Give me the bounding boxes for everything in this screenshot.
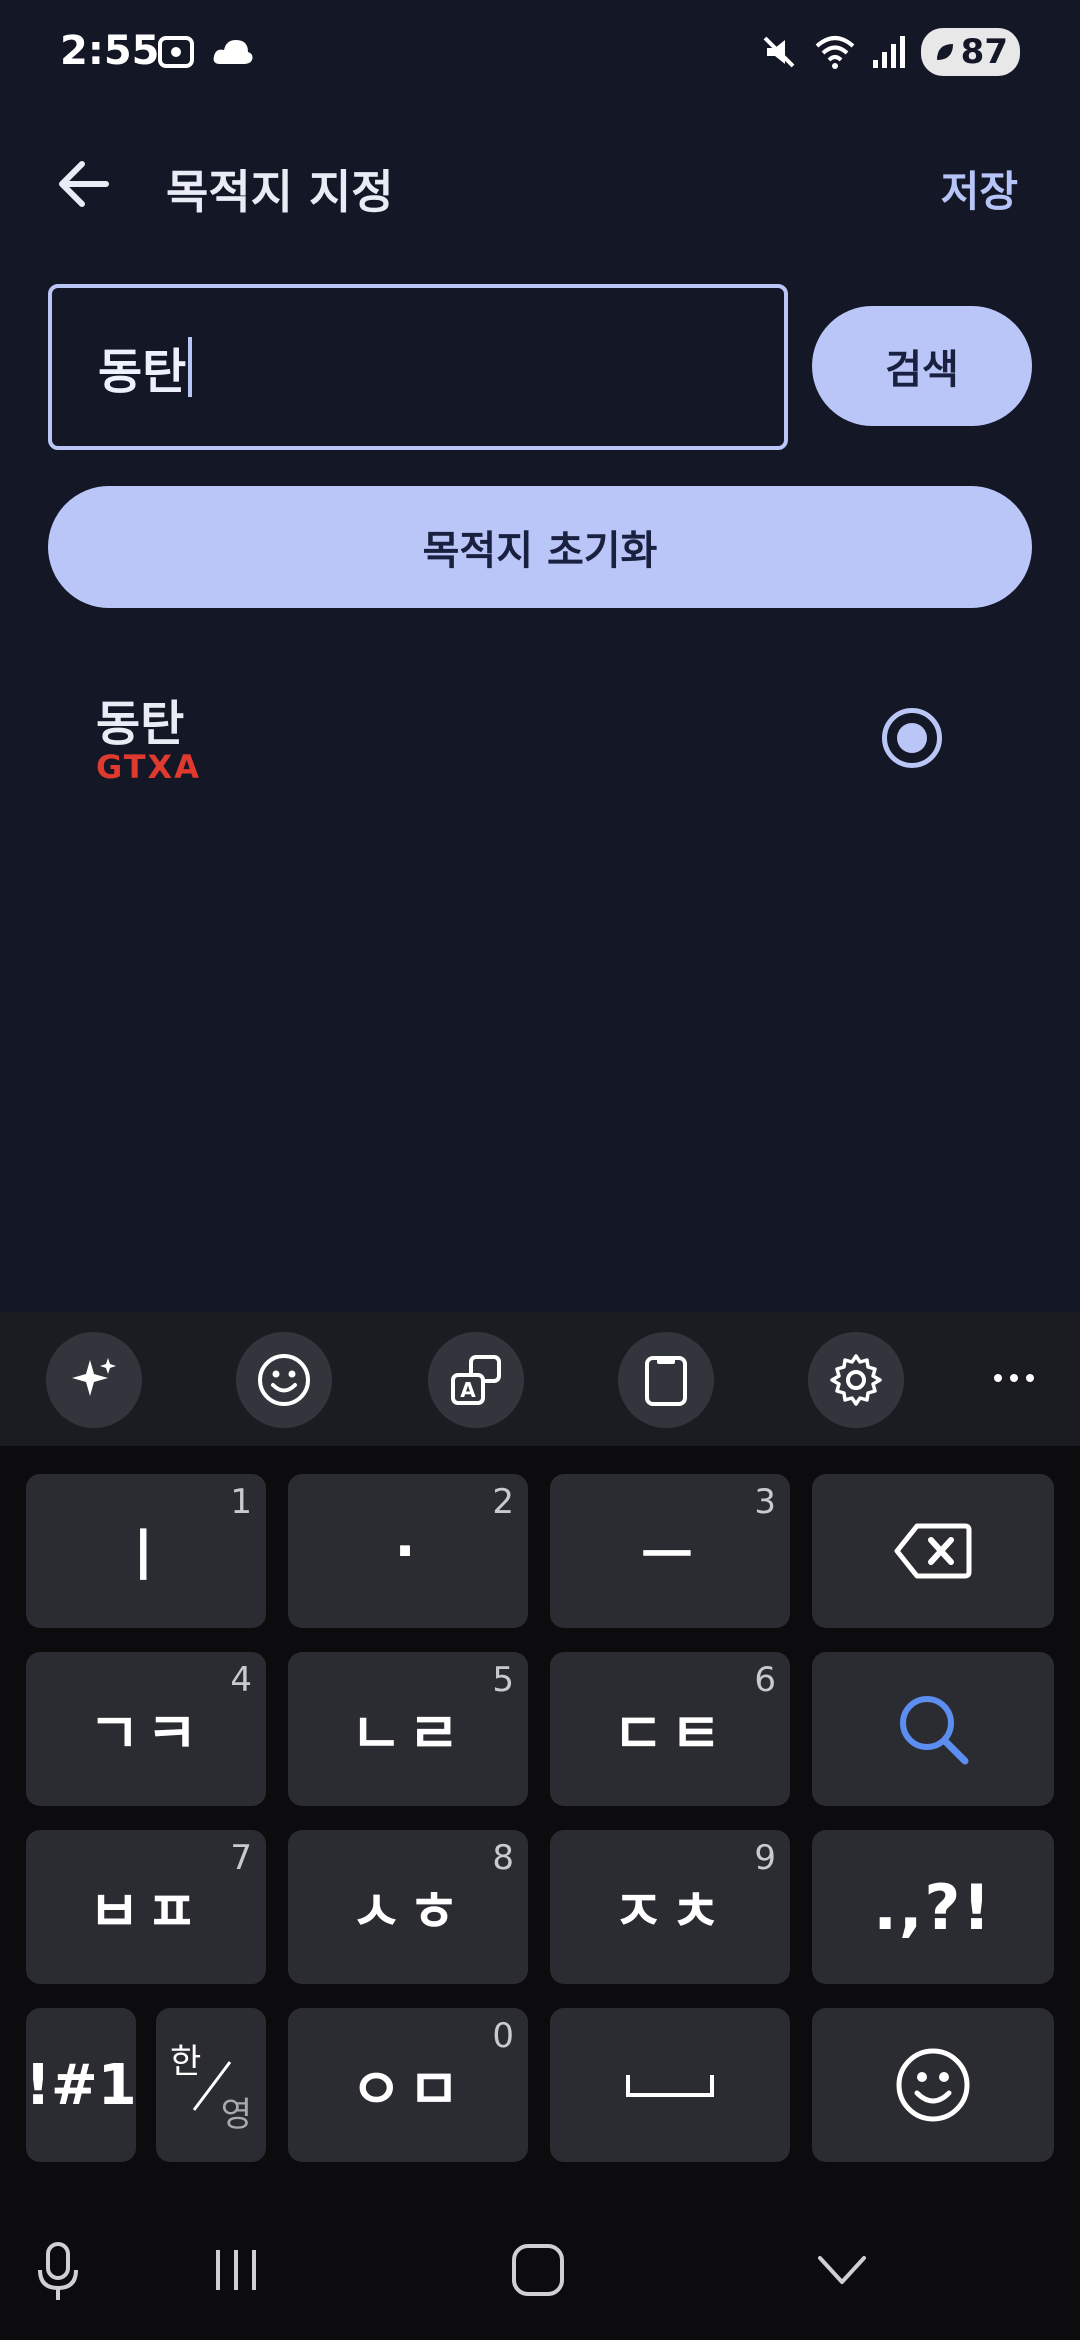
settings-icon[interactable]: [808, 1332, 904, 1428]
key-char: ㅈㅊ: [612, 1879, 728, 1945]
clipboard-icon[interactable]: [618, 1332, 714, 1428]
key-2[interactable]: 2 ·: [288, 1474, 528, 1628]
search-input[interactable]: 동탄: [48, 284, 788, 450]
key-char: ㅡ: [641, 1523, 699, 1589]
key-8[interactable]: 8 ㅅㅎ: [288, 1830, 528, 1984]
status-left-icons: [156, 32, 254, 72]
key-9[interactable]: 9 ㅈㅊ: [550, 1830, 790, 1984]
text-caret: [188, 337, 193, 397]
screenshot-icon: [158, 36, 194, 68]
result-radio-selected[interactable]: [882, 708, 942, 768]
key-char: ㅣ: [117, 1523, 175, 1589]
more-icon[interactable]: [990, 1358, 1038, 1402]
wifi-icon: [815, 36, 854, 69]
key-char: ㅅㅎ: [350, 1879, 466, 1945]
key-char: ㄷㅌ: [612, 1701, 728, 1767]
status-right-icons: 87: [759, 28, 1020, 76]
search-icon: [900, 1696, 969, 1765]
key-3[interactable]: 3 ㅡ: [550, 1474, 790, 1628]
punctuation-key[interactable]: .,?!: [812, 1830, 1054, 1984]
backspace-key[interactable]: [812, 1474, 1054, 1628]
result-station-name[interactable]: 동탄: [96, 684, 184, 754]
reset-destination-button[interactable]: 목적지 초기화: [48, 486, 1032, 608]
weather-icon: [213, 40, 253, 64]
key-6[interactable]: 6 ㄷㅌ: [550, 1652, 790, 1806]
key-number: 6: [754, 1660, 776, 1700]
key-number: 7: [230, 1838, 252, 1878]
system-navigation-bar: [0, 2200, 1080, 2340]
emoji-key[interactable]: [812, 2008, 1054, 2162]
key-char: ㅂㅍ: [88, 1879, 204, 1945]
emoji-icon: [896, 2048, 970, 2122]
key-1[interactable]: 1 ㅣ: [26, 1474, 266, 1628]
space-icon: [626, 2075, 714, 2097]
ai-sparkle-icon[interactable]: [46, 1332, 142, 1428]
key-char: ㅇㅁ: [350, 2057, 466, 2123]
space-key[interactable]: [550, 2008, 790, 2162]
microphone-icon[interactable]: [34, 2240, 82, 2308]
emoji-icon[interactable]: [236, 1332, 332, 1428]
key-number: 8: [492, 1838, 514, 1878]
battery-level: 87: [960, 32, 1008, 72]
key-4[interactable]: 4 ㄱㅋ: [26, 1652, 266, 1806]
hide-keyboard-icon[interactable]: [814, 2248, 870, 2296]
key-number: 1: [230, 1482, 252, 1522]
symbols-key[interactable]: !#1: [25, 2008, 137, 2162]
svg-text:A: A: [460, 1378, 476, 1402]
key-number: 2: [492, 1482, 514, 1522]
key-char: ·: [394, 1518, 422, 1584]
result-line-label: GTXA: [96, 748, 201, 786]
key-yeong: 영: [220, 2095, 252, 2135]
key-char: !#1: [25, 2052, 137, 2118]
key-char: ㄱㅋ: [88, 1701, 204, 1767]
key-number: 5: [492, 1660, 514, 1700]
key-number: 9: [754, 1838, 776, 1878]
search-button[interactable]: 검색: [812, 306, 1032, 426]
arrow-left-icon: [59, 161, 109, 207]
back-button[interactable]: [52, 152, 116, 216]
home-icon[interactable]: [508, 2240, 568, 2304]
status-time: 2:55: [60, 28, 160, 74]
key-number: 3: [754, 1482, 776, 1522]
key-char: .,?!: [873, 1870, 993, 1944]
search-input-value: 동탄: [98, 344, 187, 400]
language-toggle-key[interactable]: 한 영: [156, 2008, 266, 2162]
battery-badge: 87: [920, 28, 1020, 76]
save-button[interactable]: 저장: [941, 158, 1018, 219]
mute-icon: [763, 36, 795, 68]
key-0[interactable]: 0 ㅇㅁ: [288, 2008, 528, 2162]
leaf-icon: [936, 44, 953, 60]
key-5[interactable]: 5 ㄴㄹ: [288, 1652, 528, 1806]
page-title: 목적지 지정: [166, 165, 394, 219]
key-number: 0: [492, 2016, 514, 2056]
recent-apps-icon[interactable]: [210, 2242, 262, 2302]
key-7[interactable]: 7 ㅂㅍ: [26, 1830, 266, 1984]
key-number: 4: [230, 1660, 252, 1700]
translate-icon[interactable]: A: [428, 1332, 524, 1428]
key-char: ㄴㄹ: [350, 1701, 466, 1767]
keyboard-toolbar: A: [0, 1312, 1080, 1446]
search-key[interactable]: [812, 1652, 1054, 1806]
backspace-icon: [894, 1523, 972, 1579]
radio-dot: [897, 723, 927, 753]
signal-icon: [872, 36, 905, 68]
